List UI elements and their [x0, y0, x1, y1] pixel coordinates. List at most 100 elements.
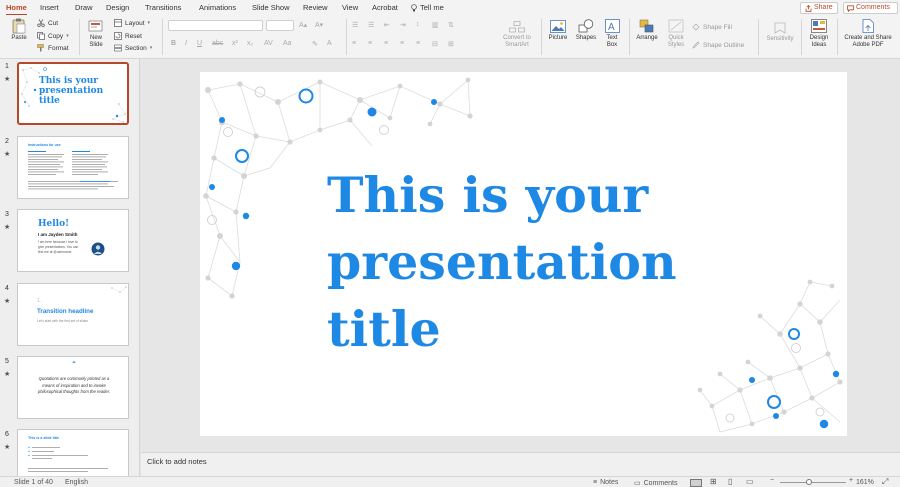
tab-slide-show[interactable]: Slide Show — [252, 3, 290, 12]
pen-icon — [692, 41, 700, 49]
columns-icon[interactable]: ▥ — [432, 21, 439, 29]
slide-thumbnail-panel[interactable]: 1 ★ This is your presentation title 2 ★ … — [0, 59, 140, 476]
align-left-icon[interactable]: ≡ — [352, 40, 356, 47]
slide-editor[interactable]: This is your presentation title — [141, 59, 900, 452]
text-lines-graphic — [28, 446, 108, 472]
tab-view[interactable]: View — [342, 3, 358, 12]
shape-outline-button[interactable]: Shape Outline — [692, 41, 744, 49]
paint-bucket-icon — [692, 23, 700, 31]
copy-button[interactable]: Copy ▾ — [37, 32, 69, 40]
align-right-icon[interactable]: ≡ — [384, 40, 388, 47]
numbering-icon[interactable]: ☰ — [368, 21, 374, 29]
comments-toggle[interactable]: ▭ Comments — [634, 479, 677, 487]
ribbon-tabs: Home Insert Draw Design Transitions Anim… — [0, 0, 900, 16]
slide-number: 3 — [5, 211, 9, 218]
font-name-dropdown[interactable] — [168, 20, 263, 31]
thumb-quote-mark: “ — [72, 361, 76, 368]
smartart-graphic-icon[interactable]: ⊞ — [448, 40, 454, 48]
comments-button[interactable]: Comments — [843, 2, 898, 14]
create-share-pdf-button[interactable]: Create and Share Adobe PDF — [840, 19, 896, 48]
reading-view-icon[interactable]: ▯ — [728, 477, 732, 486]
increase-indent-icon[interactable]: ⇥ — [400, 21, 406, 29]
slide-thumbnail-2[interactable]: Instructions for use — [17, 136, 129, 199]
slide-thumbnail-3[interactable]: Hello! I am Jayden Smith I am here becau… — [17, 209, 129, 272]
tab-transitions[interactable]: Transitions — [145, 3, 181, 12]
text-box-button[interactable]: A Text Box — [602, 19, 622, 48]
highlight-icon[interactable]: ✎ — [312, 40, 318, 48]
slide-thumbnail-6[interactable]: This is a slide title — [17, 429, 129, 476]
arrange-icon — [639, 19, 655, 33]
font-size-dropdown[interactable] — [266, 20, 294, 31]
slide-thumbnail-1[interactable]: This is your presentation title — [17, 62, 129, 125]
notes-toggle[interactable]: ≡ Notes — [593, 479, 618, 486]
shapes-button[interactable]: Shapes — [574, 19, 598, 42]
picture-button[interactable]: Picture — [546, 19, 570, 42]
change-case-icon[interactable]: Aa — [283, 40, 292, 47]
share-icon — [805, 4, 812, 12]
chevron-down-icon: ▾ — [66, 33, 69, 39]
reset-button[interactable]: Reset — [114, 32, 142, 40]
notes-pane[interactable]: Click to add notes — [141, 452, 900, 476]
new-slide-button[interactable]: New Slide — [83, 19, 109, 48]
cut-button[interactable]: Cut — [37, 19, 58, 27]
zoom-slider-track[interactable] — [780, 482, 846, 483]
italic-icon[interactable]: I — [185, 40, 187, 47]
shape-fill-button[interactable]: Shape Fill — [692, 23, 732, 31]
char-spacing-icon[interactable]: AV — [264, 40, 273, 47]
language-status[interactable]: English — [65, 479, 88, 486]
normal-view-icon[interactable] — [690, 478, 702, 487]
arrange-button[interactable]: Arrange — [633, 19, 661, 42]
tab-insert[interactable]: Insert — [40, 3, 59, 12]
underline-icon[interactable]: U — [197, 40, 202, 47]
slide-thumbnail-5[interactable]: “ Quotations are commonly printed as a m… — [17, 356, 129, 419]
slide-canvas[interactable]: This is your presentation title — [200, 72, 847, 436]
justify-icon[interactable]: ≡ — [400, 40, 404, 47]
slide-number: 4 — [5, 285, 9, 292]
tab-review[interactable]: Review — [303, 3, 328, 12]
zoom-out-button[interactable]: − — [770, 477, 774, 484]
tab-animations[interactable]: Animations — [199, 3, 236, 12]
font-color-icon[interactable]: A — [327, 40, 332, 47]
paste-button[interactable]: Paste — [8, 18, 30, 42]
tell-me-search[interactable]: Tell me — [411, 3, 444, 12]
tab-home[interactable]: Home — [6, 3, 27, 16]
quick-styles-button[interactable]: Quick Styles — [664, 19, 688, 48]
thumb-subtitle: Let's start with the first set of slides — [37, 319, 89, 323]
superscript-icon[interactable]: x² — [232, 40, 238, 47]
fit-to-window-icon[interactable]: ⤢ — [882, 477, 888, 487]
slide-sorter-icon[interactable]: ⊞ — [710, 477, 717, 486]
sensitivity-button[interactable]: Sensitivity — [763, 21, 797, 43]
align-text-icon[interactable]: ⊟ — [432, 40, 438, 48]
slide-title[interactable]: This is your presentation title — [327, 162, 807, 363]
section-button[interactable]: Section ▾ — [114, 44, 152, 52]
convert-smartart-label: Convert to SmartArt — [503, 35, 531, 48]
subscript-icon[interactable]: x₂ — [247, 40, 253, 47]
notes-icon: ≡ — [593, 479, 598, 486]
align-center-icon[interactable]: ≡ — [368, 40, 372, 47]
share-button[interactable]: Share — [800, 2, 838, 14]
tab-design[interactable]: Design — [106, 3, 129, 12]
decrease-indent-icon[interactable]: ⇤ — [384, 21, 390, 29]
grow-font-icon[interactable]: A▴ — [299, 21, 307, 29]
layout-button[interactable]: Layout ▾ — [114, 19, 150, 27]
text-direction-icon[interactable]: ⇅ — [448, 21, 454, 29]
bullets-icon[interactable]: ☰ — [352, 21, 358, 29]
tab-acrobat[interactable]: Acrobat — [372, 3, 398, 12]
strikethrough-icon[interactable]: abc — [212, 40, 223, 47]
format-painter-button[interactable]: Format — [37, 44, 69, 52]
distributed-icon[interactable]: ≡ — [416, 40, 420, 47]
bold-icon[interactable]: B — [171, 40, 176, 47]
convert-smartart-button[interactable]: Convert to SmartArt — [497, 21, 537, 48]
copy-icon — [37, 32, 45, 40]
zoom-slider-thumb[interactable] — [806, 479, 812, 485]
tab-draw[interactable]: Draw — [75, 3, 93, 12]
zoom-in-button[interactable]: + — [849, 477, 853, 484]
thumb-number: 1. — [37, 298, 43, 304]
design-ideas-button[interactable]: Design Ideas — [806, 19, 832, 48]
zoom-level[interactable]: 161% — [856, 479, 874, 486]
slideshow-icon[interactable]: ▭ — [746, 477, 754, 486]
line-spacing-icon[interactable]: ↕ — [416, 21, 420, 28]
shrink-font-icon[interactable]: A▾ — [315, 21, 323, 29]
chevron-down-icon: ▾ — [149, 45, 153, 51]
slide-thumbnail-4[interactable]: 1. Transition headline Let's start with … — [17, 283, 129, 346]
